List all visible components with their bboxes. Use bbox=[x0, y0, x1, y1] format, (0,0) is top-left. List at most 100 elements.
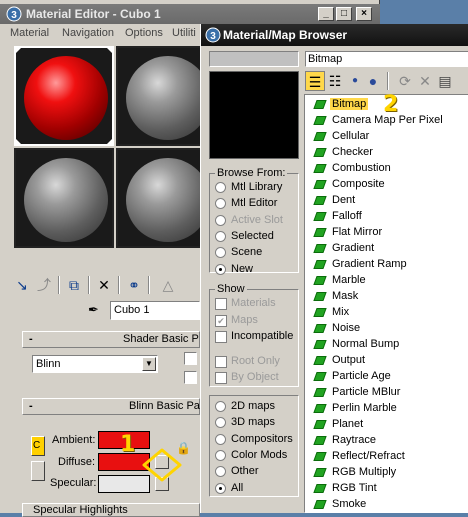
map-item-label: Marble bbox=[332, 274, 366, 286]
face-map-checkbox[interactable] bbox=[184, 371, 197, 384]
callout-number-2: 2 bbox=[383, 92, 399, 117]
map-type-icon bbox=[313, 260, 327, 269]
radio-label: 3D maps bbox=[231, 416, 276, 429]
map-type-icon bbox=[313, 212, 327, 221]
radio-label: Scene bbox=[231, 246, 263, 259]
material-editor-titlebar[interactable]: 3 Material Editor - Cubo 1 _ □ × bbox=[0, 4, 380, 24]
group-title: Browse From: bbox=[215, 167, 288, 179]
map-type-icon bbox=[313, 436, 327, 445]
radio-button[interactable] bbox=[215, 401, 226, 412]
ambient-label: Ambient: bbox=[52, 434, 96, 446]
show-group: Show Materials ✔ Maps Incompatible Root Only… bbox=[209, 283, 299, 387]
radio-button[interactable] bbox=[215, 433, 226, 445]
browse-from-group: Browse From: Mtl Library Mtl Editor Active… bbox=[209, 167, 299, 275]
browser-title: Material/Map Browser bbox=[223, 28, 348, 42]
view-large-icons-icon[interactable]: ● bbox=[363, 71, 383, 91]
make-unique-icon[interactable]: ⚭ bbox=[124, 275, 144, 295]
checkbox[interactable]: ✔ bbox=[215, 314, 227, 327]
map-type-icon bbox=[313, 420, 327, 429]
map-type-icon bbox=[313, 180, 327, 189]
radio-button[interactable] bbox=[215, 466, 226, 478]
radio-button[interactable] bbox=[215, 198, 226, 210]
radio-button[interactable] bbox=[215, 230, 226, 242]
browser-titlebar[interactable]: 3 Material/Map Browser bbox=[201, 24, 468, 46]
put-to-scene-icon[interactable]: ⤴ bbox=[34, 275, 54, 295]
radio-button[interactable] bbox=[215, 247, 226, 259]
material-name-field[interactable]: Cubo 1 bbox=[110, 301, 200, 320]
radio-label: Mtl Editor bbox=[231, 197, 278, 210]
checkbox[interactable] bbox=[215, 372, 227, 384]
view-small-icons-icon[interactable]: ● bbox=[345, 71, 365, 91]
map-item-label: Composite bbox=[332, 178, 385, 190]
map-category-group: 2D maps 3D maps Compositors Color Mods Other… bbox=[209, 395, 299, 497]
minimize-button[interactable]: _ bbox=[318, 7, 334, 21]
menu-utilities[interactable]: Utiliti bbox=[172, 27, 196, 39]
wire-checkbox[interactable] bbox=[184, 352, 197, 365]
delete-from-library-icon[interactable]: ✕ bbox=[415, 71, 435, 91]
assign-material-icon[interactable]: ⧉ bbox=[64, 275, 84, 295]
radio-button[interactable] bbox=[215, 214, 226, 226]
map-item-label: Bitmap bbox=[330, 98, 369, 110]
get-material-icon[interactable]: ↘ bbox=[12, 275, 32, 295]
slot-corner-marker bbox=[105, 137, 112, 144]
map-type-icon bbox=[313, 100, 327, 109]
view-list-icons-icon[interactable]: ☷ bbox=[325, 71, 345, 91]
radio-button[interactable] bbox=[215, 417, 226, 429]
menu-navigation[interactable]: Navigation bbox=[62, 27, 114, 39]
browser-search-field[interactable] bbox=[209, 51, 299, 67]
radio-button[interactable] bbox=[215, 449, 226, 461]
map-item-label: RGB Tint bbox=[332, 482, 377, 494]
radio-label: Compositors bbox=[231, 432, 293, 445]
checkbox[interactable] bbox=[215, 355, 227, 368]
shader-type-dropdown[interactable]: Blinn ▼ bbox=[32, 355, 158, 373]
maximize-button[interactable]: □ bbox=[336, 7, 352, 21]
map-item-label: Mix bbox=[332, 306, 350, 318]
close-button[interactable]: × bbox=[356, 7, 372, 21]
shader-basic-rollout-header[interactable]: - Shader Basic P bbox=[22, 331, 200, 348]
map-type-icon bbox=[313, 116, 327, 125]
map-type-icon bbox=[313, 228, 327, 237]
map-type-icon bbox=[313, 324, 327, 333]
map-preview-window bbox=[209, 71, 299, 159]
material-preview-sphere bbox=[24, 158, 108, 242]
view-list-icon[interactable]: ☰ bbox=[305, 71, 325, 91]
clear-library-icon[interactable]: ▤ bbox=[435, 71, 455, 91]
lock-diffuse-specular-button[interactable] bbox=[31, 461, 45, 481]
pick-material-eyedropper-icon[interactable]: ✒ bbox=[88, 302, 99, 318]
map-item-label: Gradient Ramp bbox=[332, 258, 407, 270]
material-slot-4[interactable] bbox=[116, 148, 206, 248]
3dsmax-app-icon: 3 bbox=[205, 27, 221, 43]
specular-label: Specular: bbox=[50, 477, 97, 489]
menu-material[interactable]: Material bbox=[10, 27, 49, 39]
map-type-icon bbox=[313, 308, 327, 317]
map-item-label: Cellular bbox=[332, 130, 370, 142]
map-type-icon bbox=[313, 388, 327, 397]
callout-number-1: 1 bbox=[120, 432, 136, 457]
material-slot-1[interactable] bbox=[14, 46, 114, 146]
material-preview-sphere bbox=[126, 158, 204, 242]
checkbox[interactable] bbox=[215, 331, 227, 343]
material-map-browser-window: 3 Material/Map Browser Bitmap ☰ ☷ ● ● ⟳ … bbox=[200, 24, 468, 513]
material-slot-3[interactable] bbox=[14, 148, 114, 248]
map-type-icon bbox=[313, 340, 327, 349]
update-scene-materials-icon[interactable]: ⟳ bbox=[395, 71, 415, 91]
blinn-basic-rollout-header[interactable]: - Blinn Basic Par bbox=[22, 398, 204, 415]
radio-button[interactable] bbox=[215, 263, 226, 275]
map-type-icon bbox=[313, 372, 327, 381]
radio-label: Other bbox=[231, 465, 259, 478]
checkbox-label: By Object bbox=[231, 371, 279, 383]
map-item-label: Noise bbox=[332, 322, 361, 334]
put-to-library-icon[interactable]: △ bbox=[158, 275, 178, 295]
map-type-icon bbox=[313, 500, 327, 509]
material-slot-2[interactable] bbox=[116, 46, 206, 146]
radio-button[interactable] bbox=[215, 182, 226, 193]
reset-map-icon[interactable]: ✕ bbox=[94, 275, 114, 295]
map-type-list[interactable]: Bitmap Camera Map Per Pixel Cellular Checke… bbox=[304, 94, 468, 513]
radio-label: All bbox=[231, 481, 244, 494]
checkbox-label: Materials bbox=[231, 297, 276, 309]
radio-button[interactable] bbox=[215, 482, 226, 494]
checkbox[interactable] bbox=[215, 298, 227, 310]
map-type-icon bbox=[313, 164, 327, 173]
specular-highlights-group: Specular Highlights bbox=[22, 503, 200, 517]
menu-options[interactable]: Options bbox=[125, 27, 163, 39]
